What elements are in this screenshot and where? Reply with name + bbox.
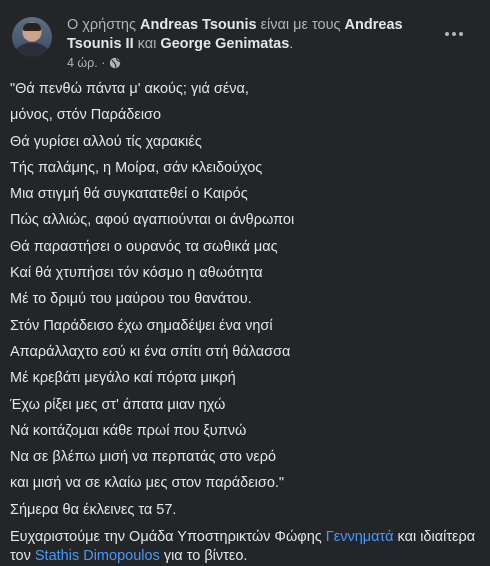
post-headline: Ο χρήστης Andreas Tsounis είναι με τους … <box>67 16 447 54</box>
poem-line: Να σε βλέπω μισή να περπατάς στο νερό <box>10 449 277 466</box>
thanks-paragraph: Ευχαριστούμε την Ομάδα Υποστηρικτών Φώφη… <box>10 528 480 566</box>
poem-line: και μισή να σε κλαίω μες στον παράδεισο.… <box>10 475 285 492</box>
poem-line: μόνος, στόν Παράδεισο <box>10 107 162 124</box>
more-dot <box>445 32 449 36</box>
tagged-user-link-2[interactable]: George Genimatas <box>160 36 289 52</box>
more-dot <box>452 32 456 36</box>
poem-line: Στόν Παράδεισο έχω σημαδέψει ένα νησί <box>10 317 273 334</box>
post-header: Ο χρήστης Andreas Tsounis είναι με τους … <box>12 10 478 71</box>
poem-line: Πώς αλλιώς, αφού αγαπιούνται οι άνθρωποι <box>10 212 295 229</box>
poem-text: "Θά πενθώ πάντα μ' ακούς; γιά σένα, μόνος… <box>10 76 480 497</box>
poem-line: Θά παραστήσει ο ουρανός τα σωθικά μας <box>10 238 278 255</box>
link-gennimata[interactable]: Γεννηματά <box>326 529 394 545</box>
thanks-after: για το βίντεο. <box>159 548 248 565</box>
facebook-post: Ο χρήστης Andreas Tsounis είναι με τους … <box>0 0 490 564</box>
link-stathis-dimopoulos[interactable]: Stathis Dimopoulos <box>35 548 160 564</box>
poem-line: "Θά πενθώ πάντα μ' ακούς; γιά σένα, <box>10 81 249 97</box>
poem-line: Καί θά χτυπήσει τόν κόσμο η αθωότητα <box>10 265 263 282</box>
poem-line: Έχω ρίξει μες στ' άπατα μιαν ηχώ <box>10 396 226 413</box>
headline-with-text: είναι με τους <box>256 17 345 33</box>
poem-line: Τής παλάμης, η Μοίρα, σάν κλειδούχος <box>10 159 263 176</box>
birthday-line: Σήμερα θα έκλεινες τα 57. <box>10 501 177 518</box>
poem-line: Μέ κρεβάτι μεγάλο καί πόρτα μικρή <box>10 370 236 387</box>
thanks-before: Ευχαριστούμε την Ομάδα Υποστηρικτών Φώφη… <box>10 529 326 546</box>
author-name-link[interactable]: Andreas Tsounis <box>140 17 257 33</box>
headline-conjunction: και <box>133 36 161 52</box>
post-timestamp[interactable]: 4 ώρ. · <box>67 56 105 70</box>
post-meta: 4 ώρ. · <box>67 55 121 71</box>
globe-icon[interactable] <box>109 57 121 69</box>
more-horizontal-icon[interactable] <box>440 24 468 44</box>
more-dot <box>459 32 463 36</box>
poem-line: Μέ το δριμύ του μαύρου του θανάτου. <box>10 291 252 308</box>
headline-prefix: Ο χρήστης <box>67 17 140 33</box>
poem-line: Μια στιγμή θά συγκατατεθεί ο Καιρός <box>10 186 248 203</box>
poem-line: Απαράλλαχτο εσύ κι ένα σπίτι στή θάλασσα <box>10 343 291 360</box>
avatar-hair <box>23 23 41 31</box>
author-avatar[interactable] <box>12 17 52 57</box>
poem-line: Θά γυρίσει αλλού τίς χαρακιές <box>10 133 202 150</box>
headline-end: . <box>289 36 294 52</box>
poem-line: Νά κοιτάζομαι κάθε πρωί που ξυπνώ <box>10 422 247 439</box>
post-body: "Θά πενθώ πάντα μ' ακούς; γιά σένα, μόνος… <box>10 76 480 566</box>
